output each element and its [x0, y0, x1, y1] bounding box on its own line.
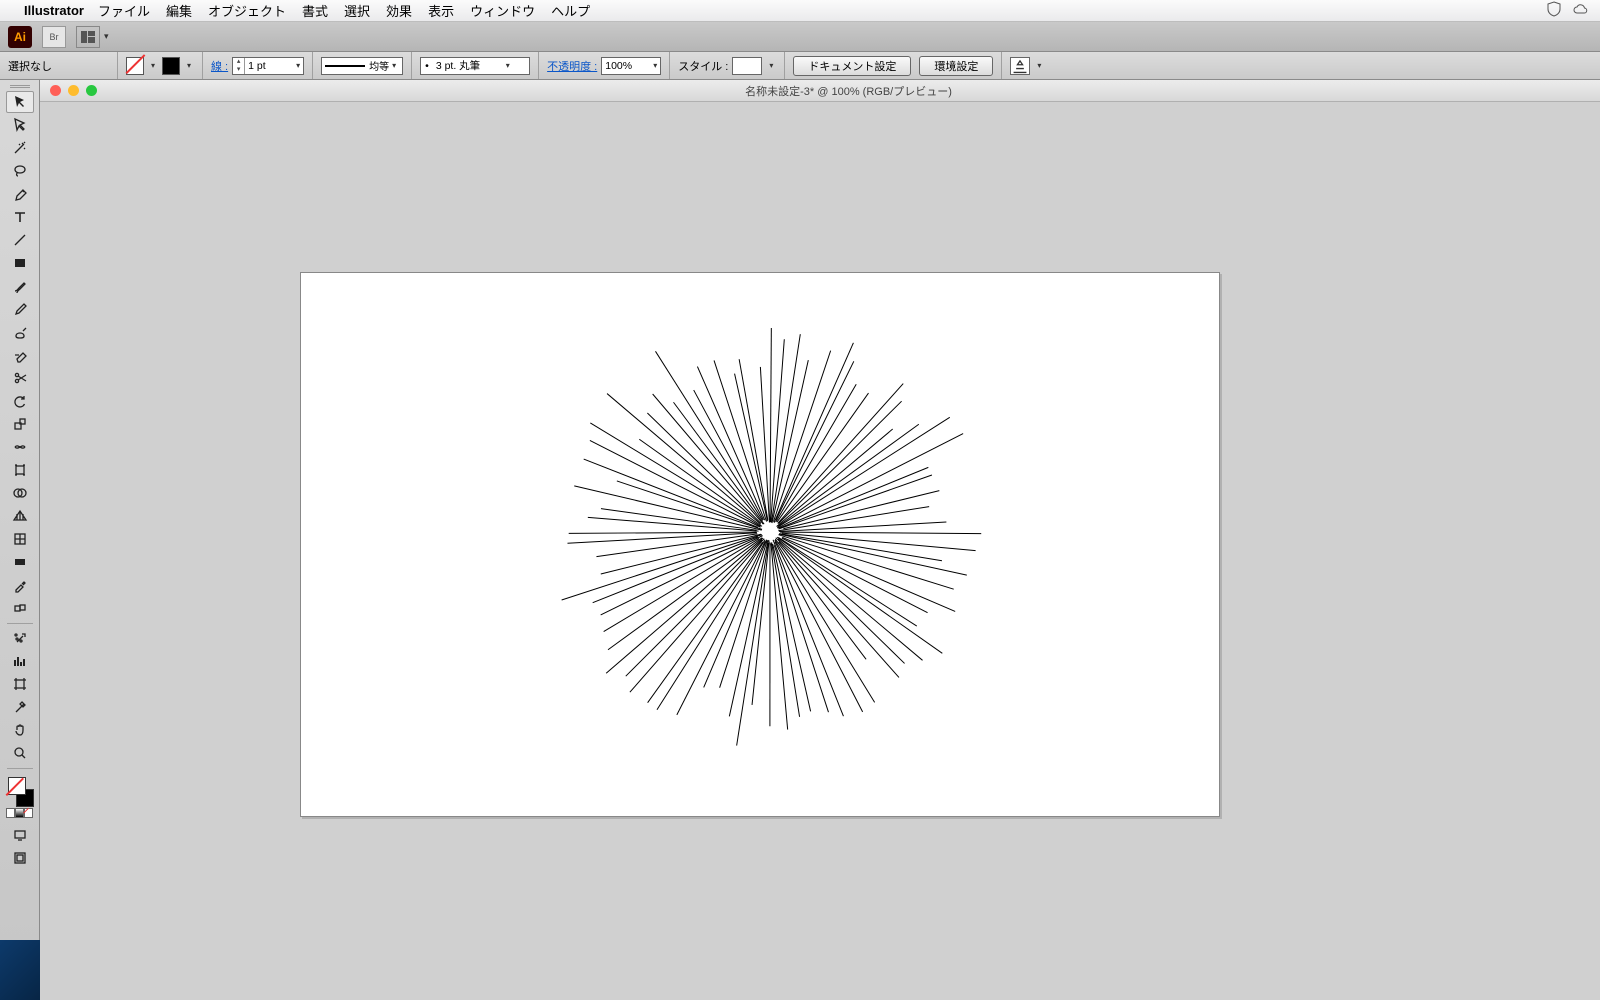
desktop-peek — [0, 940, 40, 1000]
stroke-weight-value[interactable] — [245, 60, 293, 72]
artboard-tool[interactable] — [6, 673, 34, 695]
brush-select[interactable]: • ▾ — [420, 57, 530, 75]
opacity-value[interactable] — [602, 60, 650, 72]
artboard[interactable] — [300, 272, 1220, 817]
document-title: 名称未設定-3* @ 100% (RGB/プレビュー) — [97, 83, 1600, 99]
window-minimize-button[interactable] — [68, 85, 79, 96]
scale-tool[interactable] — [6, 413, 34, 435]
change-screen-button[interactable] — [6, 847, 34, 869]
menu-view[interactable]: 表示 — [428, 1, 454, 20]
free-transform-tool[interactable] — [6, 459, 34, 481]
fill-dropdown-icon[interactable]: ▾ — [148, 61, 158, 70]
tools-panel — [0, 80, 40, 1000]
fill-swatch[interactable] — [126, 57, 144, 75]
graphic-style-select[interactable] — [732, 57, 762, 75]
artwork-starburst — [301, 273, 1219, 816]
canvas[interactable] — [40, 102, 1600, 1000]
workspace: 名称未設定-3* @ 100% (RGB/プレビュー) — [0, 80, 1600, 1000]
shape-builder-tool[interactable] — [6, 482, 34, 504]
stroke-profile-select[interactable]: 均等▾ — [321, 57, 403, 75]
selection-status: 選択なし — [8, 58, 52, 74]
ai-home-icon[interactable]: Ai — [8, 26, 32, 48]
rectangle-tool[interactable] — [6, 252, 34, 274]
arrange-documents-button[interactable] — [76, 26, 100, 48]
menu-edit[interactable]: 編集 — [166, 1, 192, 20]
line-tool[interactable] — [6, 229, 34, 251]
style-label: スタイル : — [678, 58, 728, 74]
symbol-sprayer-tool[interactable] — [6, 627, 34, 649]
type-tool[interactable] — [6, 206, 34, 228]
fill-stroke-swatch[interactable] — [6, 777, 34, 807]
lasso-tool[interactable] — [6, 160, 34, 182]
bridge-icon[interactable]: Br — [42, 26, 66, 48]
eyedropper-tool[interactable] — [6, 574, 34, 596]
pencil-tool[interactable] — [6, 298, 34, 320]
menu-help[interactable]: ヘルプ — [551, 1, 590, 20]
menu-effect[interactable]: 効果 — [386, 1, 412, 20]
direct-selection-tool[interactable] — [6, 114, 34, 136]
preferences-button[interactable]: 環境設定 — [919, 56, 993, 76]
window-titlebar: 名称未設定-3* @ 100% (RGB/プレビュー) — [40, 80, 1600, 102]
cloud-icon[interactable] — [1572, 1, 1588, 20]
column-graph-tool[interactable] — [6, 650, 34, 672]
stroke-dropdown-icon[interactable]: ▾ — [184, 61, 194, 70]
document-setup-button[interactable]: ドキュメント設定 — [793, 56, 911, 76]
document-window: 名称未設定-3* @ 100% (RGB/プレビュー) — [40, 80, 1600, 1000]
rotate-tool[interactable] — [6, 390, 34, 412]
blob-brush-tool[interactable] — [6, 321, 34, 343]
zoom-tool[interactable] — [6, 742, 34, 764]
menu-select[interactable]: 選択 — [344, 1, 370, 20]
window-close-button[interactable] — [50, 85, 61, 96]
stroke-weight-input[interactable]: ▴▾ ▾ — [232, 57, 304, 75]
opacity-input[interactable]: ▾ — [601, 57, 661, 75]
panel-grip[interactable] — [0, 82, 39, 90]
stroke-swatch[interactable] — [162, 57, 180, 75]
draw-mode-strip[interactable] — [6, 808, 34, 818]
brush-value[interactable] — [433, 60, 503, 72]
selection-tool[interactable] — [6, 91, 34, 113]
menu-window[interactable]: ウィンドウ — [470, 1, 535, 20]
paintbrush-tool[interactable] — [6, 275, 34, 297]
align-to-button[interactable] — [1010, 57, 1030, 75]
pen-tool[interactable] — [6, 183, 34, 205]
app-bar: Ai Br ▾ — [0, 22, 1600, 52]
screen-mode-button[interactable] — [6, 824, 34, 846]
arrange-dropdown-icon[interactable]: ▾ — [104, 31, 109, 42]
scissors-tool[interactable] — [6, 367, 34, 389]
mac-menubar: Illustrator ファイル 編集 オブジェクト 書式 選択 効果 表示 ウ… — [0, 0, 1600, 22]
menubar-app-name[interactable]: Illustrator — [24, 3, 84, 18]
gradient-tool[interactable] — [6, 551, 34, 573]
window-zoom-button[interactable] — [86, 85, 97, 96]
menu-file[interactable]: ファイル — [98, 1, 150, 20]
blend-tool[interactable] — [6, 597, 34, 619]
menu-object[interactable]: オブジェクト — [208, 1, 286, 20]
menu-format[interactable]: 書式 — [302, 1, 328, 20]
slice-tool[interactable] — [6, 696, 34, 718]
magic-wand-tool[interactable] — [6, 137, 34, 159]
shield-icon[interactable] — [1546, 1, 1562, 20]
hand-tool[interactable] — [6, 719, 34, 741]
stroke-panel-link[interactable]: 線 : — [211, 58, 228, 74]
width-tool[interactable] — [6, 436, 34, 458]
perspective-grid-tool[interactable] — [6, 505, 34, 527]
control-bar: 選択なし ▾ ▾ 線 : ▴▾ ▾ 均等▾ • ▾ 不透明度 : ▾ スタイル … — [0, 52, 1600, 80]
eraser-tool[interactable] — [6, 344, 34, 366]
opacity-panel-link[interactable]: 不透明度 : — [547, 58, 597, 74]
mesh-tool[interactable] — [6, 528, 34, 550]
